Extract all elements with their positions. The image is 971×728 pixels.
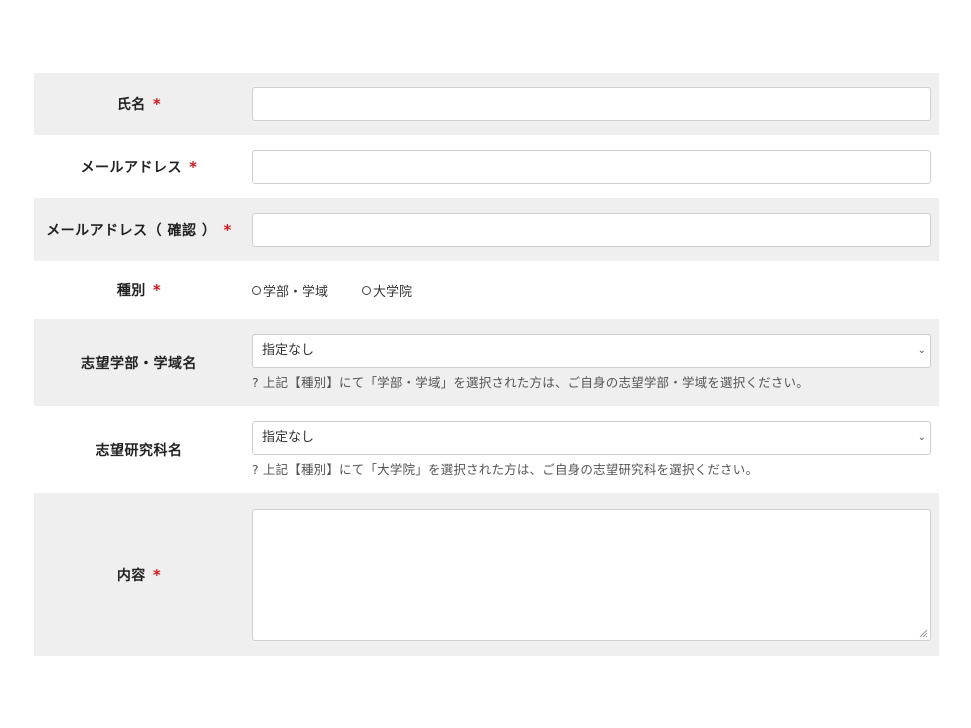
radio-circle-icon[interactable]	[252, 285, 261, 295]
name-row: 氏名 *	[34, 73, 939, 135]
type-row: 種別 * 学部・学域 大学院	[34, 261, 939, 319]
content-textarea[interactable]	[252, 508, 931, 641]
faculty-field-wrap: 指定なし ⌄ ? 上記【種別】にて「学部・学域」を選択された方は、ご自身の志望学部…	[244, 334, 939, 391]
email-field-wrap	[244, 149, 939, 184]
content-field-wrap	[244, 508, 939, 641]
required-mark: *	[152, 281, 162, 299]
required-mark: *	[223, 220, 232, 239]
type-label-text: 種別	[116, 283, 146, 299]
required-mark: *	[152, 565, 162, 584]
question-circle-icon: ?	[252, 462, 259, 477]
email-label-text: メールアドレス	[80, 159, 183, 176]
email-confirm-field-wrap	[244, 212, 939, 247]
graduate-hint-text: 上記【種別】にて「大学院」を選択された方は、ご自身の志望研究科を選択ください。	[262, 462, 759, 477]
type-radio-graduate-label: 大学院	[373, 284, 413, 300]
graduate-row: 志望研究科名 指定なし ⌄ ? 上記【種別】にて「大学院」を選択された方は、ご自身…	[34, 406, 939, 493]
faculty-label: 志望学部・学域名	[34, 353, 244, 373]
graduate-label-text: 志望研究科名	[95, 442, 183, 459]
type-field-wrap: 学部・学域 大学院	[244, 281, 939, 300]
email-confirm-row: メールアドレス（ 確認 ） *	[34, 198, 939, 261]
chevron-down-icon[interactable]: ⌄	[918, 422, 926, 454]
faculty-hint: ? 上記【種別】にて「学部・学域」を選択された方は、ご自身の志望学部・学域を選択く…	[252, 372, 931, 391]
content-label: 内容 *	[34, 565, 244, 585]
faculty-label-text: 志望学部・学域名	[81, 355, 197, 372]
graduate-field-wrap: 指定なし ⌄ ? 上記【種別】にて「大学院」を選択された方は、ご自身の志望研究科を…	[244, 421, 939, 478]
email-label: メールアドレス *	[34, 157, 244, 177]
graduate-label: 志望研究科名	[34, 440, 244, 460]
type-radio-graduate[interactable]: 大学院	[362, 281, 412, 300]
graduate-select-value: 指定なし	[262, 430, 315, 445]
radio-circle-icon[interactable]	[362, 285, 372, 295]
name-field-wrap	[244, 87, 939, 121]
email-input[interactable]	[252, 149, 931, 184]
content-row: 内容 *	[34, 493, 939, 656]
faculty-hint-text: 上記【種別】にて「学部・学域」を選択された方は、ご自身の志望学部・学域を選択くだ…	[262, 375, 809, 390]
name-label: 氏名 *	[34, 94, 244, 114]
chevron-down-icon[interactable]: ⌄	[918, 335, 926, 367]
name-label-text: 氏名	[116, 97, 146, 113]
email-row: メールアドレス *	[34, 135, 939, 198]
faculty-select-value: 指定なし	[262, 343, 315, 358]
faculty-row: 志望学部・学域名 指定なし ⌄ ? 上記【種別】にて「学部・学域」を選択された方は…	[34, 319, 939, 406]
faculty-select[interactable]: 指定なし ⌄	[252, 334, 931, 368]
type-radio-faculty[interactable]: 学部・学域	[252, 281, 328, 300]
name-input[interactable]	[252, 87, 931, 121]
type-label: 種別 *	[34, 280, 244, 300]
email-confirm-label-text: メールアドレス（ 確認 ）	[46, 222, 217, 239]
type-radio-group: 学部・学域 大学院	[252, 281, 931, 300]
type-radio-faculty-label: 学部・学域	[263, 284, 329, 300]
graduate-select[interactable]: 指定なし ⌄	[252, 421, 931, 455]
content-label-text: 内容	[116, 567, 146, 584]
resize-grip-icon[interactable]	[918, 628, 928, 638]
email-confirm-label: メールアドレス（ 確認 ） *	[34, 220, 244, 240]
question-circle-icon: ?	[252, 375, 259, 390]
graduate-hint: ? 上記【種別】にて「大学院」を選択された方は、ご自身の志望研究科を選択ください。	[252, 459, 931, 478]
required-mark: *	[189, 157, 198, 176]
email-confirm-input[interactable]	[252, 212, 931, 247]
required-mark: *	[152, 95, 162, 113]
contact-form: 氏名 * メールアドレス * メールアドレス（ 確認 ） * 種別 * 学部・学…	[34, 73, 939, 656]
